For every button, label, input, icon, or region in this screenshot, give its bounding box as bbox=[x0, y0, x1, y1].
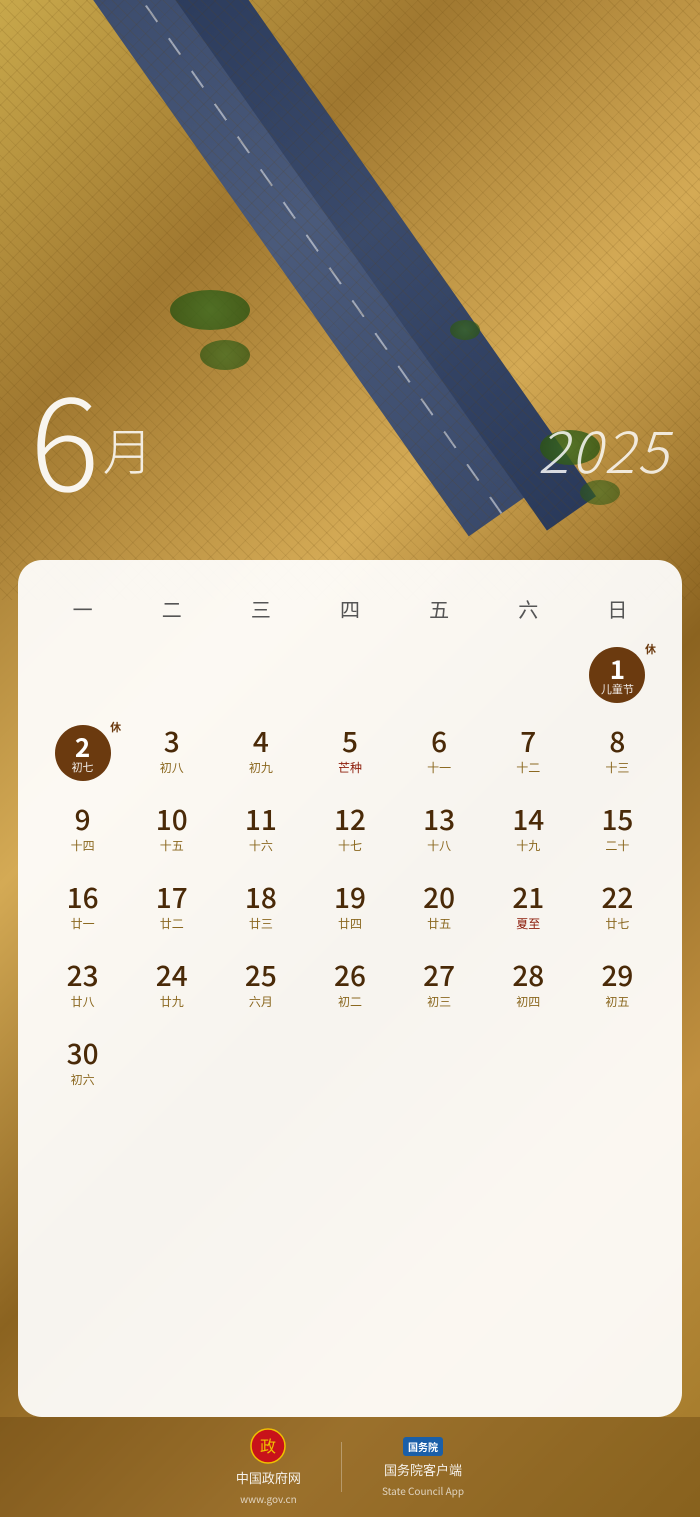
day-circle-2: 2 初七 bbox=[55, 725, 111, 781]
cal-cell-day-29: 29 初五 bbox=[573, 949, 662, 1027]
weekday-sun: 日 bbox=[573, 588, 662, 629]
month-header: 6 月 2025 bbox=[30, 370, 670, 500]
cal-cell-empty-6 bbox=[484, 637, 573, 715]
cal-cell-day-7: 7 十二 bbox=[484, 715, 573, 793]
vegetation-5 bbox=[450, 320, 480, 340]
cal-cell-day-5: 5 芒种 bbox=[305, 715, 394, 793]
holiday-badge-1: 休 bbox=[645, 641, 656, 657]
cal-cell-day-20: 20 廿五 bbox=[395, 871, 484, 949]
cal-cell-day-21: 21 夏至 bbox=[484, 871, 573, 949]
cal-cell-day-13: 13 十八 bbox=[395, 793, 484, 871]
weekday-sat: 六 bbox=[484, 588, 573, 629]
cal-cell-empty-5 bbox=[395, 637, 484, 715]
footer-divider bbox=[341, 1442, 342, 1492]
weekday-row: 一 二 三 四 五 六 日 bbox=[38, 588, 662, 629]
calendar-card: 一 二 三 四 五 六 日 休 1 儿童节 休 2 初七 bbox=[18, 560, 682, 1417]
svg-text:政: 政 bbox=[260, 1438, 276, 1456]
cal-cell-day-2: 休 2 初七 bbox=[38, 715, 127, 793]
cal-cell-day-14: 14 十九 bbox=[484, 793, 573, 871]
day-circle-1: 1 儿童节 bbox=[589, 647, 645, 703]
weekday-fri: 五 bbox=[395, 588, 484, 629]
state-council-name: 国务院客户端 bbox=[384, 1460, 462, 1479]
gov-emblem-icon: 政 bbox=[250, 1428, 286, 1464]
footer: 政 中国政府网 www.gov.cn 国务院 国务院客户端 State Coun… bbox=[0, 1417, 700, 1517]
vegetation-1 bbox=[170, 290, 250, 330]
cal-cell-day-9: 9 十四 bbox=[38, 793, 127, 871]
cal-cell-day-19: 19 廿四 bbox=[305, 871, 394, 949]
cal-cell-day-8: 8 十三 bbox=[573, 715, 662, 793]
cal-cell-day-26: 26 初二 bbox=[305, 949, 394, 1027]
cal-cell-empty-r6-2 bbox=[127, 1027, 216, 1105]
gov-cn-name: 中国政府网 bbox=[236, 1468, 301, 1487]
cal-cell-empty-r6-7 bbox=[573, 1027, 662, 1105]
weekday-wed: 三 bbox=[216, 588, 305, 629]
cal-cell-day-1: 休 1 儿童节 bbox=[573, 637, 662, 715]
cal-cell-day-28: 28 初四 bbox=[484, 949, 573, 1027]
cal-cell-empty-r6-5 bbox=[395, 1027, 484, 1105]
field-texture bbox=[0, 0, 700, 600]
cal-cell-day-18: 18 廿三 bbox=[216, 871, 305, 949]
cal-cell-empty-3 bbox=[216, 637, 305, 715]
logo-gov-cn[interactable]: 政 中国政府网 www.gov.cn bbox=[236, 1428, 301, 1506]
cal-cell-empty-r6-6 bbox=[484, 1027, 573, 1105]
cal-cell-day-25: 25 六月 bbox=[216, 949, 305, 1027]
logo-state-council-app[interactable]: 国务院 国务院客户端 State Council App bbox=[382, 1437, 464, 1498]
cal-cell-day-3: 3 初八 bbox=[127, 715, 216, 793]
weekday-thu: 四 bbox=[305, 588, 394, 629]
gov-cn-url: www.gov.cn bbox=[240, 1491, 297, 1506]
cal-cell-day-15: 15 二十 bbox=[573, 793, 662, 871]
calendar-grid: 休 1 儿童节 休 2 初七 3 初八 4 初九 bbox=[38, 637, 662, 1105]
cal-cell-day-12: 12 十七 bbox=[305, 793, 394, 871]
state-council-badge: 国务院 bbox=[403, 1437, 443, 1456]
cal-cell-empty-1 bbox=[38, 637, 127, 715]
vegetation-2 bbox=[200, 340, 250, 370]
cal-cell-empty-r6-4 bbox=[305, 1027, 394, 1105]
cal-cell-empty-2 bbox=[127, 637, 216, 715]
weekday-mon: 一 bbox=[38, 588, 127, 629]
cal-cell-day-4: 4 初九 bbox=[216, 715, 305, 793]
cal-cell-day-23: 23 廿八 bbox=[38, 949, 127, 1027]
cal-cell-empty-4 bbox=[305, 637, 394, 715]
cal-cell-day-16: 16 廿一 bbox=[38, 871, 127, 949]
month-char: 月 bbox=[103, 413, 153, 485]
cal-cell-day-11: 11 十六 bbox=[216, 793, 305, 871]
cal-cell-day-6: 6 十一 bbox=[395, 715, 484, 793]
state-council-sub: State Council App bbox=[382, 1483, 464, 1498]
month-number: 6 bbox=[30, 370, 98, 500]
cal-cell-day-24: 24 廿九 bbox=[127, 949, 216, 1027]
cal-cell-day-17: 17 廿二 bbox=[127, 871, 216, 949]
cal-cell-day-27: 27 初三 bbox=[395, 949, 484, 1027]
weekday-tue: 二 bbox=[127, 588, 216, 629]
cal-cell-day-10: 10 十五 bbox=[127, 793, 216, 871]
year-label: 2025 bbox=[538, 406, 670, 490]
cal-cell-day-30: 30 初六 bbox=[38, 1027, 127, 1105]
holiday-badge-2: 休 bbox=[110, 719, 121, 735]
cal-cell-day-22: 22 廿七 bbox=[573, 871, 662, 949]
cal-cell-empty-r6-3 bbox=[216, 1027, 305, 1105]
